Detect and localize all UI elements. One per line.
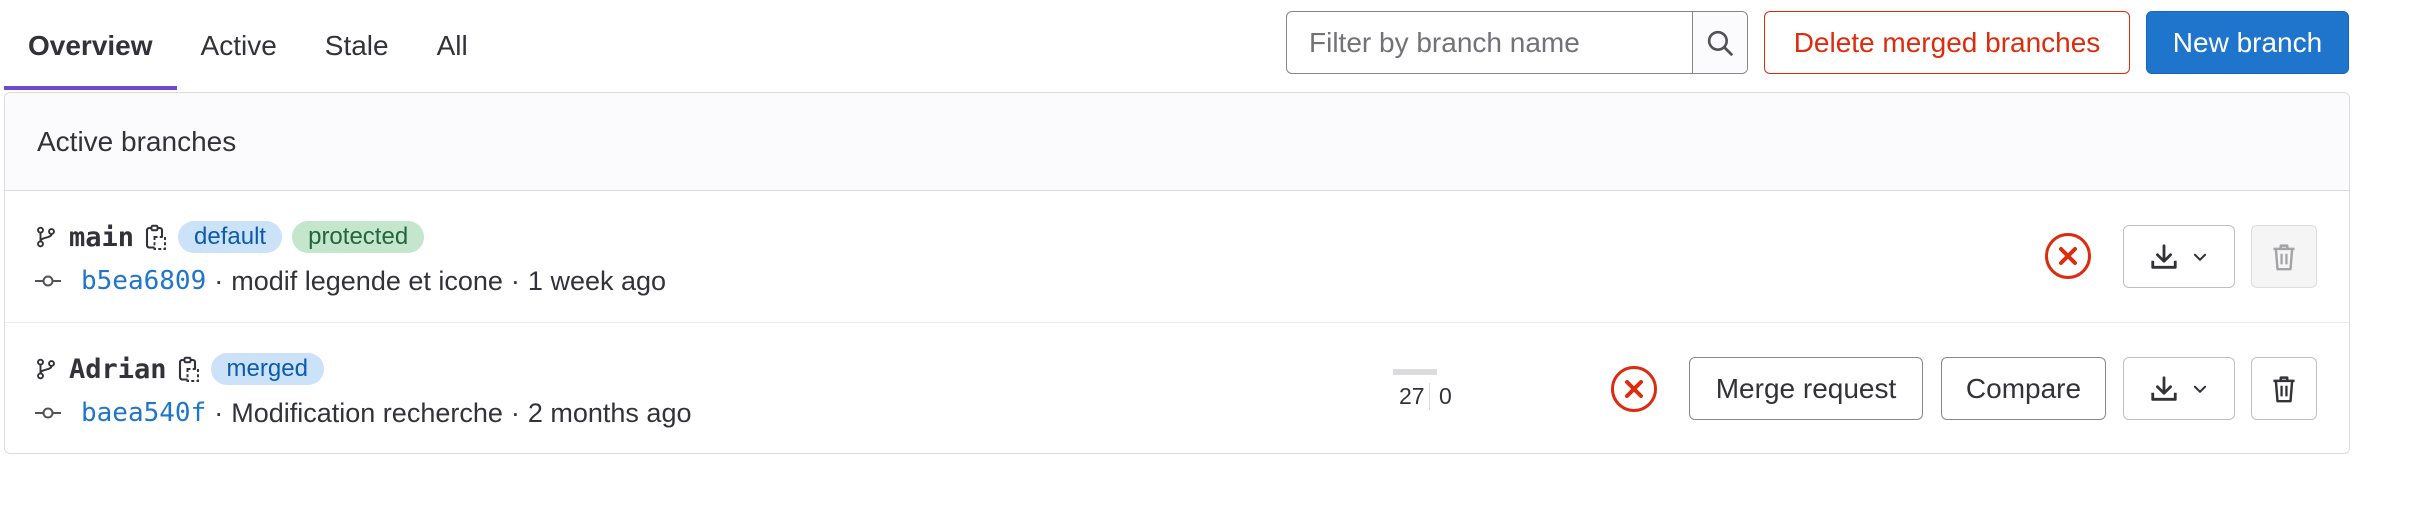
chevron-down-icon bbox=[2191, 380, 2209, 398]
new-branch-button[interactable]: New branch bbox=[2146, 11, 2349, 74]
commit-message-link[interactable]: modif legende et icone bbox=[231, 266, 503, 297]
commit-message-link[interactable]: Modification recherche bbox=[231, 398, 503, 429]
search-icon bbox=[1706, 29, 1734, 57]
panel-title: Active branches bbox=[5, 93, 2349, 191]
chevron-down-icon bbox=[2191, 248, 2209, 266]
branch-name-link[interactable]: Adrian bbox=[69, 354, 167, 385]
separator: · bbox=[510, 265, 520, 296]
branch-name-link[interactable]: main bbox=[69, 222, 134, 253]
branch-row: Adrian merged baea540f · Modification re… bbox=[5, 323, 2349, 453]
branch-tabs: Overview Active Stale All bbox=[4, 0, 492, 92]
default-badge: default bbox=[178, 221, 283, 253]
active-branches-panel: Active branches main default protected b… bbox=[4, 92, 2350, 454]
search-button[interactable] bbox=[1692, 12, 1747, 73]
merge-request-button[interactable]: Merge request bbox=[1689, 357, 1923, 420]
pipeline-failed-icon[interactable] bbox=[1609, 364, 1659, 414]
divergence-graph: 27 0 bbox=[1391, 369, 1501, 419]
download-dropdown-button[interactable] bbox=[2123, 225, 2235, 288]
commits-behind-count: 27 bbox=[1399, 383, 1430, 410]
trash-icon bbox=[2271, 374, 2297, 404]
tab-stale[interactable]: Stale bbox=[301, 0, 413, 92]
commit-sha-link[interactable]: b5ea6809 bbox=[81, 266, 206, 296]
merged-badge: merged bbox=[210, 353, 324, 385]
delete-merged-branches-button[interactable]: Delete merged branches bbox=[1764, 11, 2130, 74]
commit-icon bbox=[35, 273, 61, 289]
branch-search-input[interactable] bbox=[1287, 12, 1692, 73]
separator: · bbox=[214, 265, 224, 296]
tab-all[interactable]: All bbox=[413, 0, 492, 92]
download-icon bbox=[2149, 242, 2179, 272]
tab-overview[interactable]: Overview bbox=[4, 0, 177, 92]
download-icon bbox=[2149, 374, 2179, 404]
compare-button[interactable]: Compare bbox=[1941, 357, 2106, 420]
copy-branch-name-icon[interactable] bbox=[144, 223, 168, 251]
branch-icon bbox=[35, 225, 57, 249]
separator: · bbox=[214, 397, 224, 428]
branch-search bbox=[1286, 11, 1748, 74]
delete-branch-button[interactable] bbox=[2251, 225, 2317, 288]
commit-time: 1 week ago bbox=[527, 265, 667, 296]
tab-active[interactable]: Active bbox=[177, 0, 301, 92]
trash-icon bbox=[2271, 242, 2297, 272]
behind-bar bbox=[1393, 369, 1437, 375]
commit-sha-link[interactable]: baea540f bbox=[81, 398, 206, 428]
branch-row: main default protected b5ea6809 · modif … bbox=[5, 191, 2349, 323]
copy-branch-name-icon[interactable] bbox=[177, 355, 201, 383]
download-dropdown-button[interactable] bbox=[2123, 357, 2235, 420]
delete-branch-button[interactable] bbox=[2251, 357, 2317, 420]
top-bar: Overview Active Stale All Delete merged … bbox=[0, 0, 2410, 92]
branch-icon bbox=[35, 357, 57, 381]
commit-icon bbox=[35, 405, 61, 421]
pipeline-failed-icon[interactable] bbox=[2043, 231, 2093, 281]
separator: · bbox=[510, 397, 520, 428]
protected-badge: protected bbox=[292, 221, 425, 253]
commit-time: 2 months ago bbox=[527, 397, 692, 428]
commits-ahead-count: 0 bbox=[1439, 383, 1452, 409]
